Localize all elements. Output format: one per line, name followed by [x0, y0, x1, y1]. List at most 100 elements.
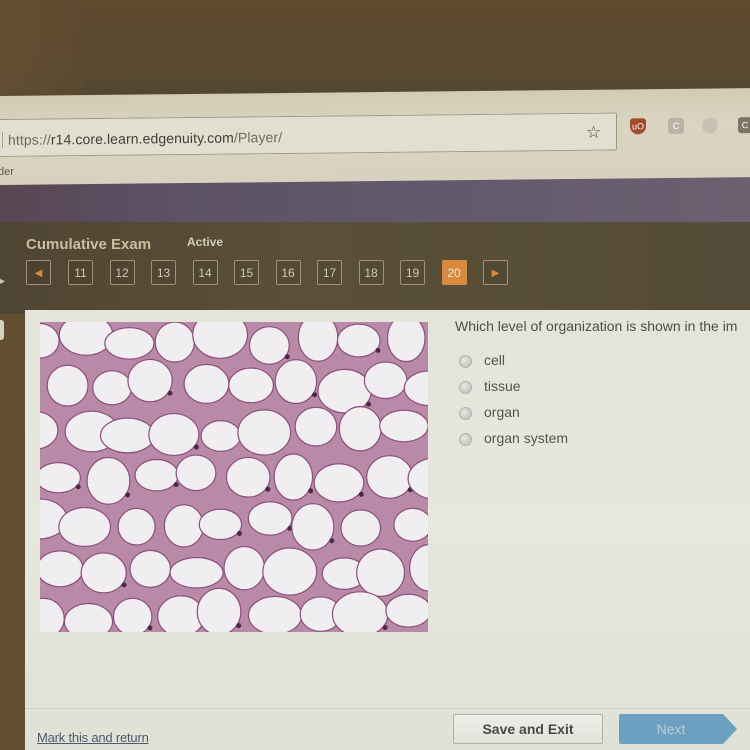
cell-nucleus: [382, 625, 388, 631]
adipocyte-cell: [294, 406, 338, 447]
adipocyte-cell: [393, 507, 428, 542]
adipocyte-cell: [379, 409, 428, 443]
adipocyte-cell: [228, 367, 275, 404]
adipocyte-cell: [356, 548, 406, 597]
cell-nucleus: [125, 492, 131, 498]
adipocyte-cell: [386, 322, 426, 363]
cell-nucleus: [375, 347, 381, 353]
tissue-micrograph-image: [40, 322, 428, 632]
adipocyte-cell: [58, 506, 112, 548]
adipose-cells-drawing: [40, 322, 428, 632]
adipocyte-cell: [104, 327, 155, 360]
adipocyte-cell: [200, 420, 242, 452]
adipocyte-cell: [273, 453, 314, 501]
adipocyte-cell: [134, 458, 179, 492]
bookmark-item[interactable]: der: [0, 166, 14, 178]
adipocyte-cell: [237, 409, 292, 456]
url-prefix: https://: [8, 131, 51, 148]
radio-button[interactable]: [459, 433, 472, 446]
footer-divider: [25, 708, 750, 709]
ublock-origin-icon[interactable]: uO: [630, 118, 646, 135]
exam-title: Cumulative Exam: [26, 236, 152, 253]
question-18-button[interactable]: 18: [358, 260, 384, 285]
cell-nucleus: [329, 538, 335, 544]
adipocyte-cell: [247, 595, 303, 632]
adipocyte-cell: [175, 454, 217, 492]
address-bar[interactable]: https://r14.core.learn.edgenuity.com/Pla…: [0, 112, 617, 158]
cell-nucleus: [358, 491, 364, 497]
cell-nucleus: [265, 486, 271, 492]
extension-icon[interactable]: C: [738, 117, 750, 134]
adipocyte-cell: [385, 593, 428, 628]
cell-nucleus: [236, 530, 242, 536]
cell-nucleus: [75, 484, 81, 490]
address-separator: [2, 131, 3, 148]
option-label: tissue: [484, 378, 521, 394]
adipocyte-cell: [80, 552, 127, 594]
question-20-button[interactable]: 20: [441, 260, 467, 285]
question-13-button[interactable]: 13: [151, 260, 176, 285]
adipocyte-cell: [248, 326, 290, 365]
question-11-button[interactable]: 11: [68, 260, 93, 285]
mark-and-return-link[interactable]: Mark this and return: [37, 730, 149, 745]
star-icon[interactable]: ☆: [586, 123, 601, 143]
option-label: organ: [484, 404, 520, 420]
adipocyte-cell: [129, 549, 172, 588]
option-label: organ system: [484, 430, 569, 446]
adipocyte-cell: [169, 556, 224, 589]
next-question-button[interactable]: ▶: [483, 260, 508, 285]
previous-question-button[interactable]: ◀: [26, 260, 51, 285]
extension-icon[interactable]: [702, 117, 718, 134]
extension-icon[interactable]: C: [668, 117, 684, 135]
adipocyte-cell: [112, 597, 153, 632]
sidebar-toggle-icon[interactable]: ▸: [0, 276, 6, 287]
adipocyte-cell: [223, 545, 266, 591]
adipocyte-cell: [99, 417, 156, 454]
radio-button[interactable]: [459, 407, 472, 420]
question-12-button[interactable]: 12: [109, 260, 135, 285]
adipocyte-cell: [40, 550, 84, 588]
url-text[interactable]: https://r14.core.learn.edgenuity.com/Pla…: [8, 129, 282, 148]
adipocyte-cell: [291, 503, 335, 551]
radio-button[interactable]: [459, 381, 472, 394]
adipocyte-cell: [225, 456, 271, 498]
cell-nucleus: [173, 482, 179, 488]
adipocyte-cell: [148, 412, 200, 457]
adipocyte-cell: [92, 370, 133, 406]
cell-nucleus: [121, 582, 127, 588]
adipocyte-cell: [366, 455, 414, 499]
exam-navigation-bar: Cumulative Exam Active ▸ ◀ 11 12 13 14 15 16 1…: [0, 222, 750, 314]
cell-nucleus: [193, 444, 199, 450]
question-17-button[interactable]: 17: [317, 260, 342, 285]
sidebar-handle[interactable]: [0, 320, 4, 340]
url-path: /Player/: [233, 129, 283, 146]
adipocyte-cell: [338, 406, 382, 452]
cell-nucleus: [147, 625, 153, 631]
cell-nucleus: [284, 354, 290, 360]
exam-status: Active: [187, 235, 224, 249]
save-and-exit-button[interactable]: Save and Exit: [453, 714, 603, 744]
adipocyte-cell: [40, 462, 82, 494]
adipocyte-cell: [336, 323, 381, 358]
adipocyte-cell: [163, 504, 205, 548]
cell-nucleus: [308, 488, 314, 494]
adipocyte-cell: [340, 509, 382, 547]
cell-nucleus: [366, 401, 372, 407]
question-15-button[interactable]: 15: [234, 260, 259, 285]
question-16-button[interactable]: 16: [275, 260, 301, 285]
question-14-button[interactable]: 14: [192, 260, 218, 285]
adipocyte-cell: [198, 508, 243, 541]
question-prompt: Which level of organization is shown in …: [455, 318, 738, 334]
adipocyte-cell: [86, 456, 131, 505]
adipocyte-cell: [262, 547, 318, 596]
question-19-button[interactable]: 19: [400, 260, 425, 285]
adipocyte-cell: [363, 361, 408, 400]
adipocyte-cell: [127, 358, 173, 403]
adipocyte-cell: [196, 587, 242, 632]
radio-button[interactable]: [459, 355, 472, 368]
cell-nucleus: [236, 623, 242, 629]
monitor-bezel: [0, 0, 750, 100]
adipocyte-cell: [183, 363, 230, 404]
cell-nucleus: [167, 390, 173, 396]
next-button[interactable]: Next: [619, 714, 737, 744]
